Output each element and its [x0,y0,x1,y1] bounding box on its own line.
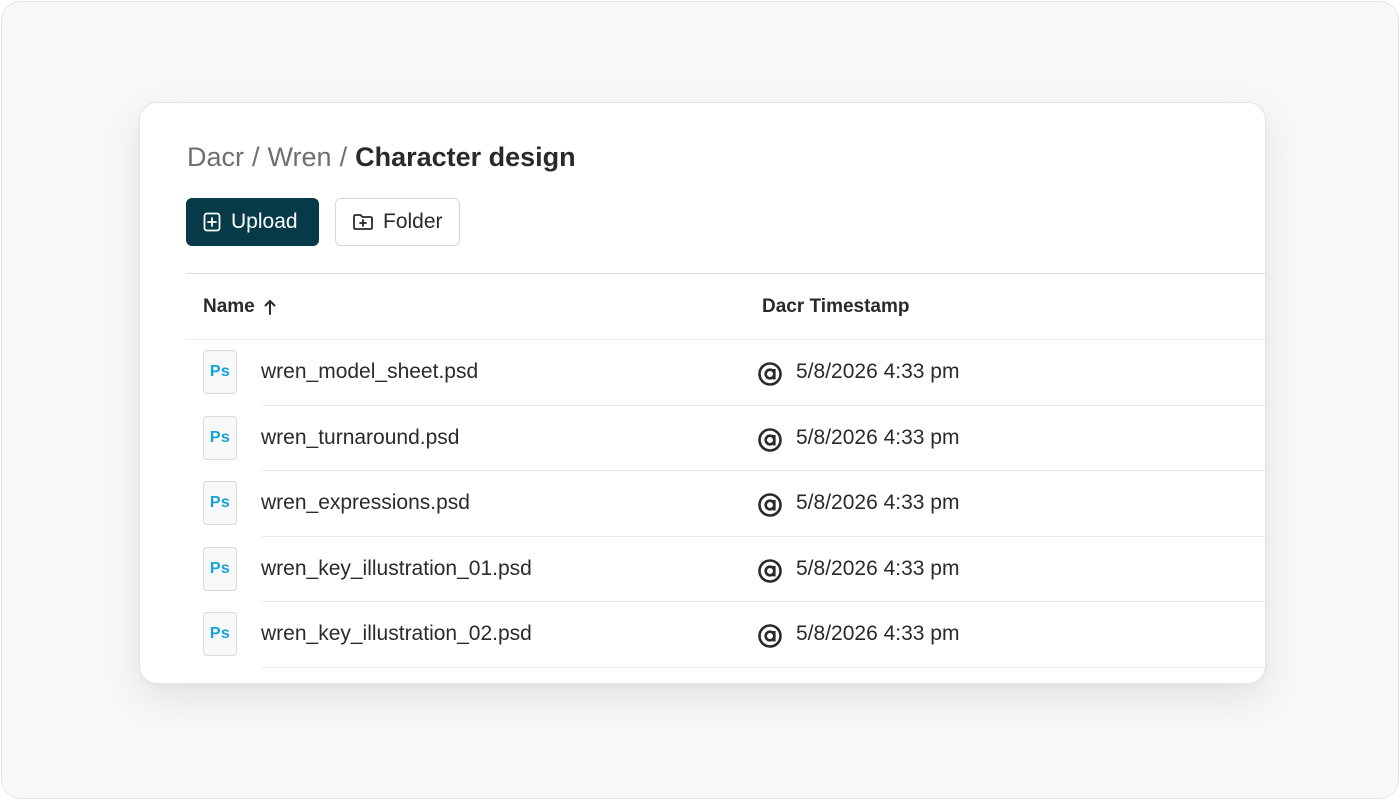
breadcrumb-item-wren[interactable]: Wren [268,142,332,173]
table-header: Name Dacr Timestamp [186,273,1265,340]
app-background: Dacr / Wren / Character design Upload Fo… [1,1,1399,799]
row-divider [261,666,1265,668]
page-title: Character design [355,141,576,172]
table-row[interactable]: Ps wren_key_illustration_02.psd 5/8/2026… [186,602,1265,668]
table-row[interactable]: Ps wren_expressions.psd 5/8/2026 4:33 pm [186,471,1265,537]
dacr-logo-icon [757,361,783,392]
breadcrumb-item-dacr[interactable]: Dacr [187,142,244,173]
dacr-logo-icon [757,558,783,589]
arrow-up-icon [263,298,277,316]
photoshop-file-icon: Ps [203,612,237,656]
upload-button[interactable]: Upload [186,198,319,246]
photoshop-file-icon: Ps [203,415,237,460]
table-row[interactable]: Ps wren_turnaround.psd 5/8/2026 4:33 pm [186,406,1265,471]
file-browser-panel: Dacr / Wren / Character design Upload Fo… [139,102,1266,684]
photoshop-file-icon: Ps [203,546,237,591]
new-folder-button[interactable]: Folder [335,198,460,246]
timestamp: 5/8/2026 4:33 pm [796,425,960,449]
dacr-logo-icon [757,623,783,654]
file-table: Name Dacr Timestamp Ps wren_model_sheet.… [186,273,1265,668]
breadcrumb-separator: / [252,141,260,172]
photoshop-file-icon: Ps [203,350,237,394]
photoshop-file-icon: Ps [203,481,237,525]
column-header-timestamp[interactable]: Dacr Timestamp [762,296,910,318]
upload-button-label: Upload [231,210,298,233]
file-plus-icon [202,212,222,232]
breadcrumb-separator: / [339,141,348,172]
breadcrumb: Dacr / Wren / Character design [187,139,576,175]
new-folder-button-label: Folder [383,210,443,233]
timestamp: 5/8/2026 4:33 pm [796,556,960,580]
file-name[interactable]: wren_key_illustration_02.psd [261,622,532,646]
table-row[interactable]: Ps wren_model_sheet.psd 5/8/2026 4:33 pm [186,340,1265,406]
column-header-name-label: Name [203,296,255,317]
timestamp: 5/8/2026 4:33 pm [796,360,960,383]
folder-plus-icon [352,212,374,232]
table-row[interactable]: Ps wren_key_illustration_01.psd 5/8/2026… [186,537,1265,602]
file-name[interactable]: wren_expressions.psd [261,491,470,515]
timestamp: 5/8/2026 4:33 pm [796,491,960,514]
timestamp: 5/8/2026 4:33 pm [796,622,960,645]
dacr-logo-icon [757,492,783,523]
file-name[interactable]: wren_key_illustration_01.psd [261,557,532,581]
file-name[interactable]: wren_turnaround.psd [261,426,459,450]
column-header-name[interactable]: Name [203,296,277,318]
toolbar: Upload Folder [186,198,460,246]
file-name[interactable]: wren_model_sheet.psd [261,360,478,384]
dacr-logo-icon [757,427,783,458]
